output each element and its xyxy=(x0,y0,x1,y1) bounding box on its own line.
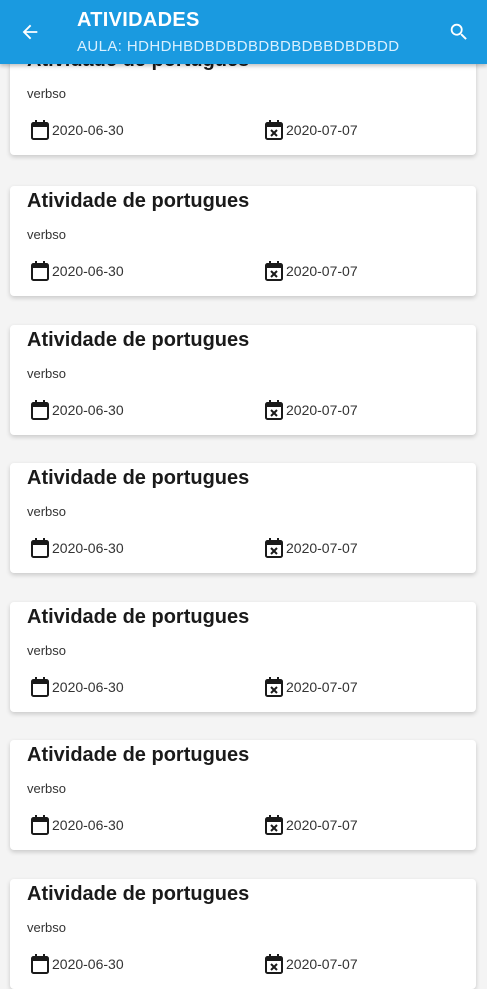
end-date-label: 2020-07-07 xyxy=(286,817,358,833)
search-button[interactable] xyxy=(443,16,475,48)
activity-card[interactable]: Atividade de portugues verbso 2020-06-30 20… xyxy=(10,740,476,850)
activity-card[interactable]: Atividade de portugues verbso 2020-06-30 20… xyxy=(10,878,476,989)
start-date-label: 2020-06-30 xyxy=(52,540,124,556)
end-date: 2020-07-07 xyxy=(264,260,358,282)
start-date-label: 2020-06-30 xyxy=(52,122,124,138)
end-date: 2020-07-07 xyxy=(264,953,358,975)
activity-description: verbso xyxy=(27,642,67,658)
activity-description: verbso xyxy=(27,919,67,935)
activity-title: Atividade de portugues xyxy=(27,328,250,351)
start-date: 2020-06-30 xyxy=(30,814,124,836)
calendar-icon xyxy=(31,261,49,281)
activity-card[interactable]: Atividade de portugues verbso 2020-06-30 20… xyxy=(10,601,476,712)
activity-title: Atividade de portugues xyxy=(27,744,250,766)
start-date: 2020-06-30 xyxy=(30,260,124,282)
activity-title: Atividade de portugues xyxy=(27,190,250,212)
end-date: 2020-07-07 xyxy=(264,676,358,698)
calendar-remove-icon xyxy=(265,676,283,697)
activity-card[interactable]: Atividade de portugues verbso 2020-06-30 20… xyxy=(10,463,476,573)
search-icon xyxy=(450,23,467,40)
calendar-icon xyxy=(31,953,49,974)
end-date-label: 2020-07-07 xyxy=(286,122,358,138)
calendar-icon xyxy=(31,676,49,697)
end-date: 2020-07-07 xyxy=(264,399,358,421)
calendar-remove-icon xyxy=(265,261,283,281)
back-button[interactable] xyxy=(14,16,46,48)
calendar-remove-icon xyxy=(265,538,283,558)
calendar-icon xyxy=(31,399,49,420)
activity-title: Atividade de portugues xyxy=(27,882,250,905)
end-date-label: 2020-07-07 xyxy=(286,263,358,279)
start-date-label: 2020-06-30 xyxy=(52,263,124,279)
arrow-back-icon xyxy=(22,24,38,40)
activity-card[interactable]: Atividade de portugues verbso 2020-06-30 20… xyxy=(10,324,476,435)
start-date: 2020-06-30 xyxy=(30,676,124,698)
calendar-remove-icon xyxy=(265,399,283,420)
start-date-label: 2020-06-30 xyxy=(52,678,124,695)
calendar-remove-icon xyxy=(265,120,283,140)
end-date: 2020-07-07 xyxy=(264,814,358,836)
activity-card[interactable]: Atividade de portugues verbso 2020-06-30 20… xyxy=(10,186,476,296)
end-date-label: 2020-07-07 xyxy=(286,678,358,695)
page-subtitle: AULA: HDHDHBDBDBDBDBDBDBBDBDBDD xyxy=(77,38,400,55)
activity-description: verbso xyxy=(27,86,67,101)
calendar-icon xyxy=(31,538,49,558)
end-date-label: 2020-07-07 xyxy=(286,955,358,972)
end-date-label: 2020-07-07 xyxy=(286,540,358,556)
activity-description: verbso xyxy=(27,227,67,242)
calendar-icon xyxy=(31,815,49,835)
calendar-remove-icon xyxy=(265,815,283,835)
activity-description: verbso xyxy=(27,504,67,519)
calendar-remove-icon xyxy=(265,953,283,974)
app-bar: ATIVIDADES AULA: HDHDHBDBDBDBDBDBDBBDBDB… xyxy=(0,0,487,64)
start-date: 2020-06-30 xyxy=(30,119,124,141)
activity-title: Atividade de portugues xyxy=(27,605,250,628)
start-date: 2020-06-30 xyxy=(30,537,124,559)
calendar-icon xyxy=(31,120,49,140)
end-date: 2020-07-07 xyxy=(264,537,358,559)
page-title: ATIVIDADES xyxy=(77,9,200,31)
start-date-label: 2020-06-30 xyxy=(52,955,124,972)
start-date-label: 2020-06-30 xyxy=(52,401,124,418)
activity-title: Atividade de portugues xyxy=(27,467,250,489)
activity-description: verbso xyxy=(27,781,67,796)
start-date: 2020-06-30 xyxy=(30,399,124,421)
start-date-label: 2020-06-30 xyxy=(52,817,124,833)
activity-description: verbso xyxy=(27,365,67,381)
end-date-label: 2020-07-07 xyxy=(286,401,358,418)
start-date: 2020-06-30 xyxy=(30,953,124,975)
end-date: 2020-07-07 xyxy=(264,119,358,141)
